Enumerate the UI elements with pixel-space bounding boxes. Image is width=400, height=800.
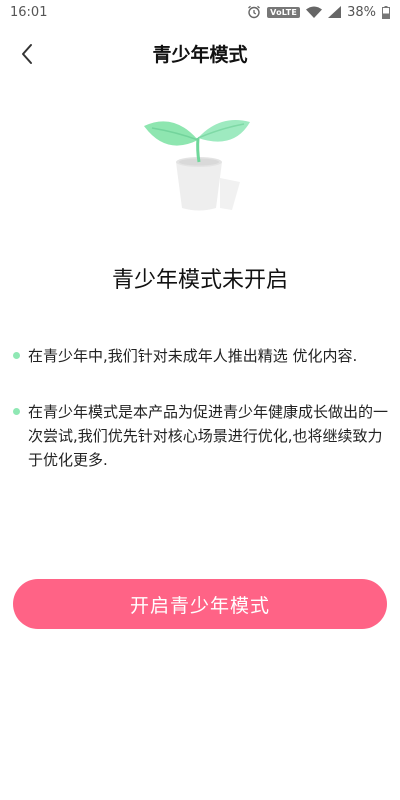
bullet-dot-icon: [13, 352, 20, 359]
status-time: 16:01: [10, 4, 48, 20]
status-title: 青少年模式未开启: [111, 268, 288, 293]
wifi-icon: [306, 6, 323, 18]
battery-percent: 38%: [347, 4, 376, 20]
battery-icon: [382, 5, 390, 19]
info-text: 在青少年中,我们针对未成年人推出精选 优化内容.: [28, 347, 358, 365]
bullet-dot-icon: [13, 408, 20, 415]
status-icons: VoLTE 38%: [247, 5, 390, 20]
info-list: 在青少年中,我们针对未成年人推出精选 优化内容. 在青少年模式是本产品为促进青少…: [10, 344, 390, 504]
status-bar: 16:01 VoLTE 38%: [0, 0, 400, 24]
volte-badge: VoLTE: [267, 6, 301, 18]
plant-pot-icon: [144, 120, 250, 211]
enable-teen-mode-button[interactable]: 开启青少年模式: [13, 579, 387, 629]
page-title: 青少年模式: [152, 44, 248, 66]
alarm-icon: [248, 5, 261, 19]
list-item: 在青少年中,我们针对未成年人推出精选 优化内容.: [10, 344, 390, 368]
header: 青少年模式: [0, 28, 400, 80]
signal-icon: [328, 6, 342, 18]
list-item: 在青少年模式是本产品为促进青少年健康成长做出的一次尝试,我们优先针对核心场景进行…: [10, 400, 390, 472]
info-text: 在青少年模式是本产品为促进青少年健康成长做出的一次尝试,我们优先针对核心场景进行…: [28, 403, 389, 469]
